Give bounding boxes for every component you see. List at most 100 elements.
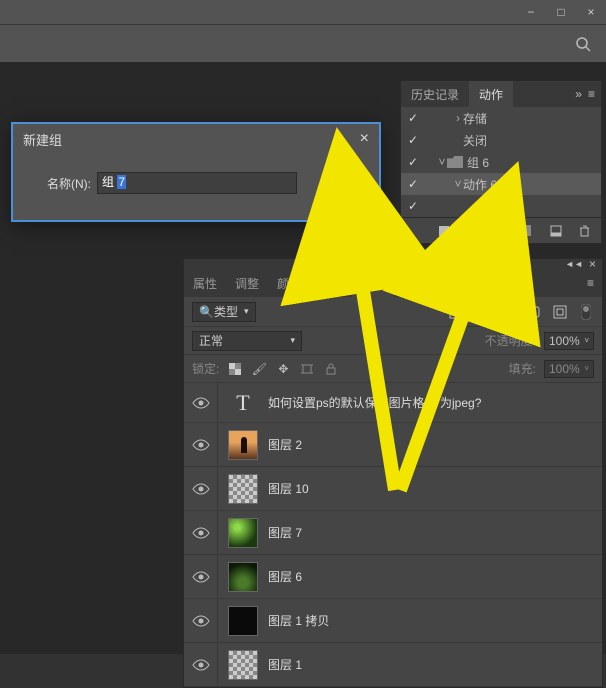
new-group-dialog: 新建组 × 名称(N): 组 7 确定 取消	[12, 123, 380, 221]
actions-toolbar	[401, 217, 601, 243]
layer-name[interactable]: 图层 1 拷贝	[268, 612, 329, 629]
layer-row[interactable]: 图层 1 拷贝	[184, 599, 602, 643]
new-folder-icon[interactable]	[521, 224, 535, 238]
fill-input[interactable]: 100%˅	[544, 360, 594, 378]
layer-name[interactable]: 如何设置ps的默认保存图片格式 为jpeg?	[268, 394, 481, 411]
dialog-close-button[interactable]: ×	[360, 130, 369, 148]
visibility-toggle[interactable]	[184, 383, 218, 422]
panel-expand-icon[interactable]: »	[575, 87, 582, 101]
check-icon[interactable]: ✓	[405, 155, 421, 169]
tab-actions[interactable]: 动作	[469, 81, 513, 107]
lock-all-icon[interactable]	[323, 361, 339, 377]
options-bar	[0, 24, 606, 62]
panel-close-icon[interactable]: ×	[589, 257, 596, 271]
close-button[interactable]: ×	[576, 0, 606, 24]
layer-row[interactable]: 图层 10	[184, 467, 602, 511]
tab-paths[interactable]: 路径	[436, 269, 478, 297]
visibility-toggle[interactable]	[184, 467, 218, 510]
tab-adjustments[interactable]: 调整	[226, 269, 268, 297]
tab-channels[interactable]: 通道	[394, 269, 436, 297]
panel-menu-icon[interactable]: ≡	[579, 276, 602, 290]
name-field-label: 名称(N):	[25, 175, 91, 192]
dialog-title: 新建组	[23, 130, 62, 149]
new-action-icon[interactable]	[549, 224, 563, 238]
filter-smart-icon[interactable]	[552, 304, 568, 320]
filter-shape-icon[interactable]	[526, 304, 542, 320]
opacity-input[interactable]: 100%˅	[544, 332, 594, 350]
trash-icon[interactable]	[577, 224, 591, 238]
layer-name[interactable]: 图层 10	[268, 480, 309, 497]
check-icon[interactable]: ✓	[405, 199, 421, 213]
action-row[interactable]: ✓ ›存储	[401, 195, 601, 217]
tab-color[interactable]: 颜色	[268, 269, 310, 297]
visibility-toggle[interactable]	[184, 599, 218, 642]
filter-pixel-icon[interactable]	[448, 304, 464, 320]
layer-thumbnail[interactable]	[228, 518, 258, 548]
search-icon	[575, 36, 591, 52]
play-icon[interactable]	[493, 224, 507, 238]
tab-properties[interactable]: 属性	[184, 269, 226, 297]
ok-button[interactable]: 确定	[311, 204, 367, 230]
check-icon[interactable]: ✓	[405, 177, 421, 191]
record-icon[interactable]	[465, 224, 479, 238]
search-button[interactable]	[568, 29, 598, 59]
layer-row[interactable]: 图层 7	[184, 511, 602, 555]
layer-thumbnail[interactable]	[228, 474, 258, 504]
filter-type-icon[interactable]: T	[500, 304, 516, 320]
visibility-toggle[interactable]	[184, 555, 218, 598]
layer-thumbnail[interactable]	[228, 430, 258, 460]
stop-icon[interactable]	[437, 224, 451, 238]
filter-toggle-icon[interactable]	[578, 304, 594, 320]
lock-artboard-icon[interactable]	[299, 361, 315, 377]
tab-layers[interactable]: 图层	[352, 269, 394, 297]
action-row[interactable]: ✓关闭	[401, 129, 601, 151]
lock-image-icon[interactable]: 🖌	[251, 361, 267, 377]
layer-name[interactable]: 图层 1	[268, 656, 302, 673]
actions-panel: 历史记录 动作 » ≡ ✓›存储 ✓关闭 ✓˅组 6 ✓˅动作 6 ✓›存储	[400, 80, 602, 244]
lock-position-icon[interactable]: ✥	[275, 361, 291, 377]
filter-type-dropdown[interactable]: 🔍 类型▾	[192, 302, 256, 322]
layer-row[interactable]: 图层 6	[184, 555, 602, 599]
check-icon[interactable]: ✓	[405, 133, 421, 147]
tab-swatches[interactable]: 色板	[310, 269, 352, 297]
tab-history[interactable]: 历史记录	[401, 81, 469, 107]
lock-fill-row: 锁定: 🖌 ✥ 填充: 100%˅	[184, 355, 602, 383]
maximize-button[interactable]: □	[546, 0, 576, 24]
layer-thumbnail[interactable]	[228, 562, 258, 592]
action-label: 动作 6	[463, 176, 497, 193]
actions-list: ✓›存储 ✓关闭 ✓˅组 6 ✓˅动作 6 ✓›存储	[401, 107, 601, 217]
twisty-icon[interactable]: ˅	[437, 155, 447, 169]
layer-filter-row: 🔍 类型▾ T	[184, 297, 602, 327]
twisty-icon[interactable]: ›	[453, 111, 463, 125]
layer-row[interactable]: 图层 2	[184, 423, 602, 467]
fill-label: 填充:	[509, 360, 536, 377]
lock-transparency-icon[interactable]	[227, 361, 243, 377]
opacity-label: 不透明度:	[485, 332, 536, 349]
check-icon[interactable]: ✓	[405, 111, 421, 125]
panel-menu-icon[interactable]: ≡	[588, 87, 595, 101]
action-label: 存储	[479, 198, 503, 215]
layer-name[interactable]: 图层 2	[268, 436, 302, 453]
twisty-icon[interactable]: ˅	[453, 177, 463, 191]
visibility-toggle[interactable]	[184, 423, 218, 466]
minimize-button[interactable]: −	[516, 0, 546, 24]
blend-mode-dropdown[interactable]: 正常▾	[192, 331, 302, 351]
layer-name[interactable]: 图层 7	[268, 524, 302, 541]
visibility-toggle[interactable]	[184, 643, 218, 686]
action-row[interactable]: ✓ ˅动作 6	[401, 173, 601, 195]
layer-thumbnail[interactable]	[228, 650, 258, 680]
minimize-icon: −	[527, 5, 534, 19]
layer-row[interactable]: T 如何设置ps的默认保存图片格式 为jpeg?	[184, 383, 602, 423]
layer-row[interactable]: 图层 1	[184, 643, 602, 687]
dialog-titlebar[interactable]: 新建组 ×	[13, 124, 379, 154]
action-row[interactable]: ✓›存储	[401, 107, 601, 129]
layer-thumbnail[interactable]	[228, 606, 258, 636]
collapse-icon[interactable]: ◄◄	[565, 259, 583, 269]
visibility-toggle[interactable]	[184, 511, 218, 554]
action-row[interactable]: ✓˅组 6	[401, 151, 601, 173]
twisty-icon[interactable]: ›	[469, 199, 479, 213]
filter-adjustment-icon[interactable]	[474, 304, 490, 320]
layer-name[interactable]: 图层 6	[268, 568, 302, 585]
name-input[interactable]: 组 7	[97, 172, 297, 194]
actions-panel-tabs: 历史记录 动作 » ≡	[401, 81, 601, 107]
